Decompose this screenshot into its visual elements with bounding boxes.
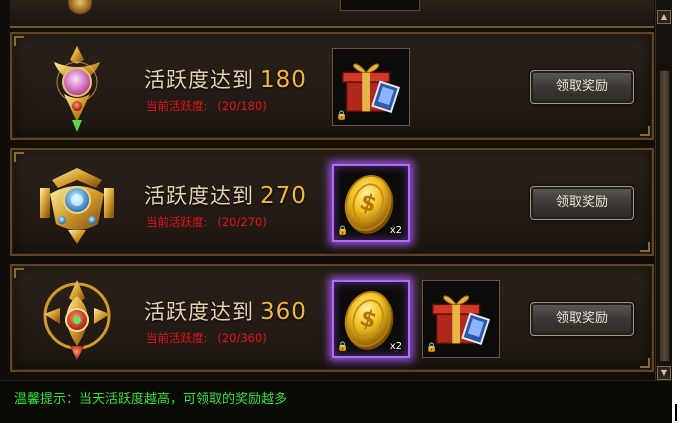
reward-item-gift-box[interactable]: 🔒 — [422, 280, 500, 358]
item-slot — [340, 0, 420, 11]
lock-icon: 🔒 — [426, 343, 438, 353]
lock-icon: 🔒 — [337, 342, 349, 352]
lock-icon: 🔒 — [336, 111, 348, 121]
target-activity-value: 270 — [260, 183, 307, 209]
target-activity-value: 360 — [260, 299, 307, 325]
previous-row-edge — [10, 0, 654, 28]
current-activity-value: (20/270) — [217, 215, 267, 229]
reward-title: 活跃度达到 180 — [144, 64, 307, 94]
reward-item-gold-coin[interactable]: 🔒 x2 — [332, 280, 410, 358]
scrollbar-thumb[interactable] — [659, 70, 670, 362]
claim-reward-button[interactable]: 领取奖励 — [530, 70, 634, 104]
text-cursor — [675, 404, 677, 421]
scrollbar[interactable]: ▲ ▼ — [655, 0, 672, 380]
current-activity-label: 当前活跃度: — [146, 215, 208, 229]
target-activity-value: 180 — [260, 67, 307, 93]
scroll-up-icon[interactable]: ▲ — [657, 10, 671, 24]
reward-item-gold-coin[interactable]: 🔒 x2 — [332, 164, 410, 242]
reward-row-360: 活跃度达到 360 当前活跃度: (20/360) 🔒 x2 🔒 领取奖励 — [10, 264, 654, 372]
reward-item-gift-box[interactable]: 🔒 — [332, 48, 410, 126]
claim-reward-button[interactable]: 领取奖励 — [530, 302, 634, 336]
current-activity: 当前活跃度: (20/360) — [146, 330, 267, 346]
hint-text: 温馨提示：当天活跃度越高，可领取的奖励越多 — [14, 392, 288, 407]
item-quantity: x2 — [389, 341, 402, 352]
current-activity-value: (20/180) — [217, 99, 267, 113]
emblem-icon — [43, 280, 111, 360]
claim-reward-button[interactable]: 领取奖励 — [530, 186, 634, 220]
current-activity-label: 当前活跃度: — [146, 331, 208, 345]
reward-title-label: 活跃度达到 — [144, 68, 254, 92]
lock-icon: 🔒 — [337, 226, 349, 236]
current-activity-value: (20/360) — [217, 331, 267, 345]
emblem-icon — [40, 168, 114, 244]
current-activity: 当前活跃度: (20/180) — [146, 98, 267, 114]
reward-title-label: 活跃度达到 — [144, 184, 254, 208]
emblem-icon — [54, 46, 100, 132]
reward-title: 活跃度达到 360 — [144, 296, 307, 326]
reward-row-270: 活跃度达到 270 当前活跃度: (20/270) 🔒 x2 领取奖励 — [10, 148, 654, 256]
reward-title: 活跃度达到 270 — [144, 180, 307, 210]
reward-title-label: 活跃度达到 — [144, 300, 254, 324]
reward-row-180: 活跃度达到 180 当前活跃度: (20/180) 🔒 领取奖励 — [10, 32, 654, 140]
emblem-icon — [68, 0, 92, 16]
current-activity-label: 当前活跃度: — [146, 99, 208, 113]
hint-bar: 温馨提示：当天活跃度越高，可领取的奖励越多 — [0, 380, 672, 423]
scroll-down-icon[interactable]: ▼ — [657, 366, 671, 380]
activity-reward-panel: 活跃度达到 180 当前活跃度: (20/180) 🔒 领取奖励 活跃度达到 270 — [0, 0, 672, 423]
current-activity: 当前活跃度: (20/270) — [146, 214, 267, 230]
item-quantity: x2 — [389, 225, 402, 236]
